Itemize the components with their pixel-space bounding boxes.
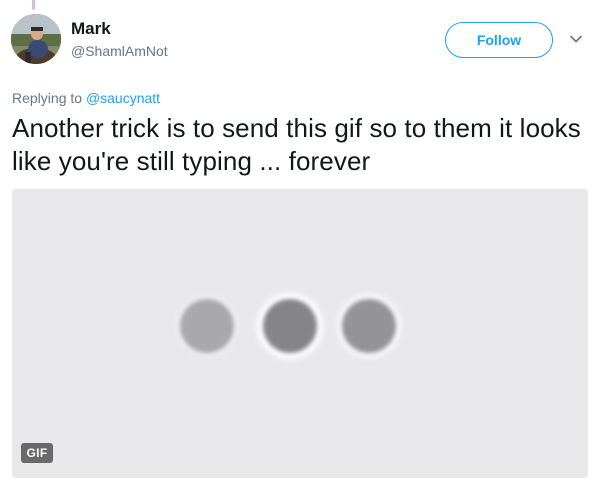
avatar[interactable]	[11, 14, 61, 64]
thread-connector-line	[32, 0, 35, 10]
replying-to-line: Replying to @saucynatt	[12, 89, 160, 107]
tweet-text: Another trick is to send this gif so to …	[12, 113, 581, 176]
tweet-card: Mark @ShamlAmNot Follow Replying to @sau…	[0, 0, 600, 486]
gif-badge: GIF	[21, 443, 53, 463]
typing-indicator-dots-icon	[12, 189, 588, 478]
author-handle[interactable]: @ShamlAmNot	[71, 42, 168, 60]
replying-prefix: Replying to	[12, 90, 83, 106]
gif-media[interactable]: GIF	[12, 189, 588, 478]
author-display-name[interactable]: Mark	[71, 19, 111, 39]
follow-button[interactable]: Follow	[445, 22, 553, 58]
profile-photo-icon	[11, 14, 61, 64]
replying-to-mention[interactable]: @saucynatt	[86, 90, 160, 106]
chevron-down-icon[interactable]	[569, 32, 583, 46]
